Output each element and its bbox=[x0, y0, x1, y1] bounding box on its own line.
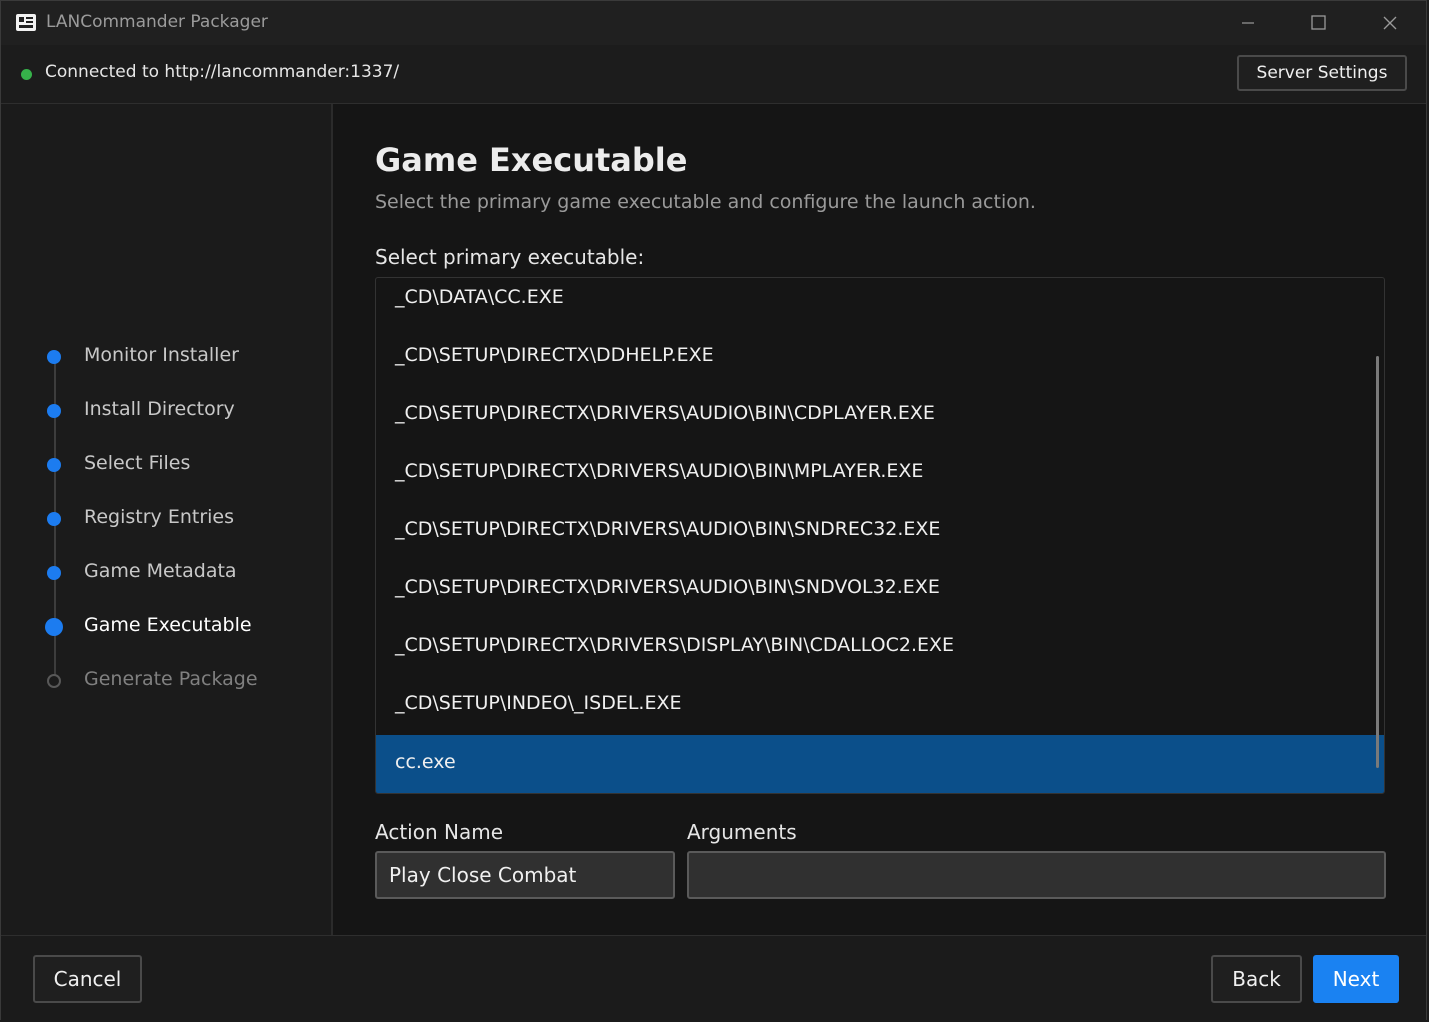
executable-list-item[interactable]: _CD\SETUP\DIRECTX\DRIVERS\AUDIO\BIN\SNDV… bbox=[376, 568, 1384, 626]
steps-sidebar: Monitor Installer Install Directory Sele… bbox=[1, 104, 333, 935]
footer-bar: Cancel Back Next bbox=[1, 935, 1426, 1022]
step-label: Monitor Installer bbox=[84, 344, 239, 366]
arguments-input[interactable] bbox=[687, 851, 1386, 899]
executable-list-item[interactable]: _CD\SETUP\DIRECTX\DRIVERS\AUDIO\BIN\CDPL… bbox=[376, 394, 1384, 452]
step-complete-icon bbox=[47, 512, 61, 526]
executable-path: _CD\SETUP\DIRECTX\DRIVERS\AUDIO\BIN\SNDV… bbox=[395, 576, 940, 598]
executable-list-item[interactable]: _CD\SETUP\DIRECTX\DRIVERS\AUDIO\BIN\MPLA… bbox=[376, 452, 1384, 510]
next-button[interactable]: Next bbox=[1313, 955, 1399, 1003]
step-game-metadata: Game Metadata bbox=[1, 554, 331, 594]
executable-path: _CD\SETUP\DIRECTX\DRIVERS\DISPLAY\BIN\CD… bbox=[395, 634, 955, 656]
executable-list-item[interactable]: _CD\SETUP\INDEO\_ISDEL.EXE bbox=[376, 684, 1384, 742]
main-panel: Game Executable Select the primary game … bbox=[333, 104, 1426, 935]
step-label: Registry Entries bbox=[84, 506, 234, 528]
step-select-files: Select Files bbox=[1, 446, 331, 486]
maximize-button[interactable] bbox=[1288, 1, 1352, 45]
executable-path: _CD\SETUP\DIRECTX\DRIVERS\AUDIO\BIN\CDPL… bbox=[395, 402, 935, 424]
step-label: Install Directory bbox=[84, 398, 235, 420]
step-complete-icon bbox=[47, 350, 61, 364]
app-icon bbox=[16, 14, 36, 31]
connection-bar: Connected to http://lancommander:1337/ S… bbox=[1, 45, 1426, 104]
action-name-input[interactable] bbox=[375, 851, 675, 899]
executable-list-item[interactable]: _CD\SETUP\DIRECTX\DRIVERS\DISPLAY\BIN\CD… bbox=[376, 626, 1384, 684]
step-current-icon bbox=[45, 618, 63, 636]
arguments-label: Arguments bbox=[687, 820, 797, 844]
maximize-icon bbox=[1311, 15, 1326, 30]
step-monitor-installer: Monitor Installer bbox=[1, 338, 331, 378]
executable-list-item[interactable]: _CD\DATA\CC.EXE bbox=[376, 278, 1384, 336]
step-label: Game Metadata bbox=[84, 560, 237, 582]
step-label: Generate Package bbox=[84, 668, 258, 690]
step-registry-entries: Registry Entries bbox=[1, 500, 331, 540]
close-icon bbox=[1383, 16, 1397, 30]
minimize-icon bbox=[1242, 22, 1254, 24]
cancel-button[interactable]: Cancel bbox=[33, 955, 142, 1003]
executable-path: cc.exe bbox=[395, 751, 456, 773]
executable-path: _CD\SETUP\DIRECTX\DDHELP.EXE bbox=[395, 344, 714, 366]
action-name-label: Action Name bbox=[375, 820, 503, 844]
executable-path: _CD\SETUP\DIRECTX\DRIVERS\AUDIO\BIN\MPLA… bbox=[395, 460, 924, 482]
page-title: Game Executable bbox=[375, 141, 688, 179]
step-label: Select Files bbox=[84, 452, 191, 474]
page-subtitle: Select the primary game executable and c… bbox=[375, 191, 1036, 213]
executable-list-item[interactable]: _CD\SETUP\DIRECTX\DDHELP.EXE bbox=[376, 336, 1384, 394]
step-pending-icon bbox=[47, 674, 61, 688]
close-button[interactable] bbox=[1358, 1, 1422, 45]
step-install-directory: Install Directory bbox=[1, 392, 331, 432]
step-label: Game Executable bbox=[84, 614, 252, 636]
list-scrollbar[interactable] bbox=[1376, 356, 1379, 768]
step-game-executable: Game Executable bbox=[1, 608, 331, 648]
step-complete-icon bbox=[47, 404, 61, 418]
minimize-button[interactable] bbox=[1218, 1, 1282, 45]
window-title: LANCommander Packager bbox=[46, 12, 268, 32]
executable-list[interactable]: _CD\DATA\CC.EXE _CD\SETUP\DIRECTX\DDHELP… bbox=[375, 277, 1385, 794]
title-bar: LANCommander Packager bbox=[1, 1, 1426, 45]
executable-list-item[interactable]: _CD\SETUP\DIRECTX\DRIVERS\AUDIO\BIN\SNDR… bbox=[376, 510, 1384, 568]
executable-list-label: Select primary executable: bbox=[375, 245, 645, 269]
executable-path: _CD\DATA\CC.EXE bbox=[395, 286, 564, 308]
connection-status-text: Connected to http://lancommander:1337/ bbox=[45, 62, 400, 82]
back-button[interactable]: Back bbox=[1211, 955, 1302, 1003]
connection-status-icon bbox=[21, 69, 32, 80]
step-complete-icon bbox=[47, 458, 61, 472]
executable-list-item-selected[interactable]: cc.exe bbox=[376, 735, 1384, 793]
server-settings-button[interactable]: Server Settings bbox=[1237, 55, 1407, 91]
step-generate-package: Generate Package bbox=[1, 662, 331, 702]
executable-path: _CD\SETUP\DIRECTX\DRIVERS\AUDIO\BIN\SNDR… bbox=[395, 518, 941, 540]
packager-window: LANCommander Packager Connected to http:… bbox=[0, 0, 1427, 1022]
executable-path: _CD\SETUP\INDEO\_ISDEL.EXE bbox=[395, 692, 682, 714]
step-complete-icon bbox=[47, 566, 61, 580]
